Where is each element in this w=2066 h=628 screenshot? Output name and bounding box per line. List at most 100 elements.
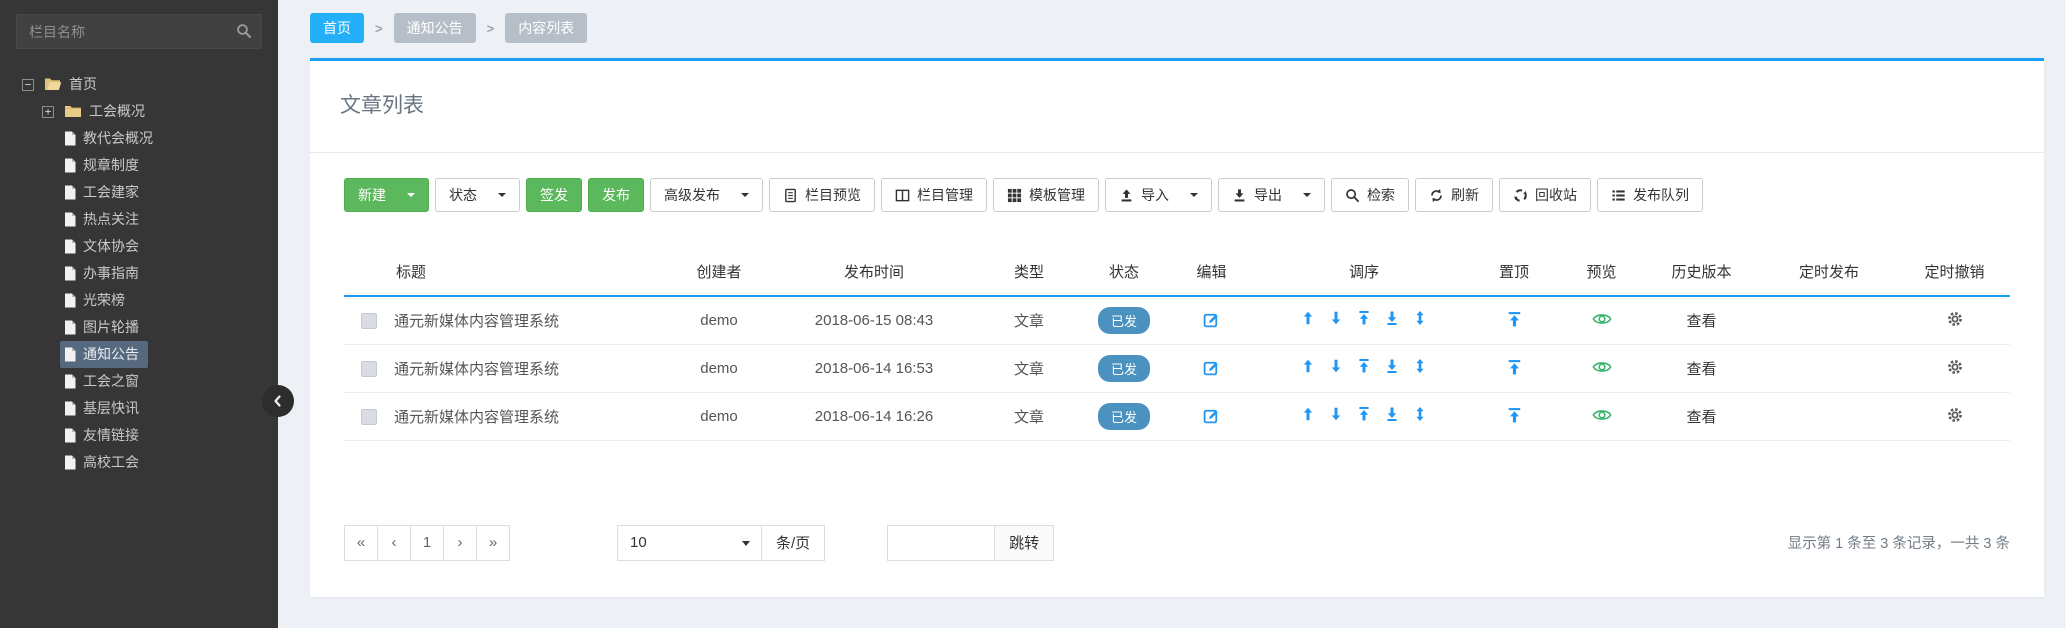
tree-item[interactable]: 办事指南 bbox=[0, 260, 278, 287]
move-up-icon[interactable] bbox=[1300, 358, 1316, 374]
download-icon bbox=[1232, 188, 1247, 203]
status-dropdown[interactable]: 状态 bbox=[435, 178, 520, 212]
pin-top-icon[interactable] bbox=[1506, 359, 1523, 376]
history-view-link[interactable]: 查看 bbox=[1686, 313, 1716, 330]
breadcrumb-content-list[interactable]: 内容列表 bbox=[505, 13, 587, 43]
tree-label: 规章制度 bbox=[83, 155, 139, 175]
grid-icon bbox=[1007, 188, 1022, 203]
scheduled-cancel-gear-icon[interactable] bbox=[1947, 359, 1963, 375]
jump-button[interactable]: 跳转 bbox=[995, 525, 1054, 561]
preview-eye-icon[interactable] bbox=[1592, 359, 1612, 375]
refresh-button[interactable]: 刷新 bbox=[1415, 178, 1493, 212]
export-dropdown[interactable]: 导出 bbox=[1218, 178, 1325, 212]
search-icon[interactable] bbox=[236, 23, 252, 39]
tree-item[interactable]: 文体协会 bbox=[0, 233, 278, 260]
move-up-icon[interactable] bbox=[1300, 310, 1316, 326]
move-down-icon[interactable] bbox=[1328, 358, 1344, 374]
jump-page-input[interactable] bbox=[887, 525, 995, 561]
preview-eye-icon[interactable] bbox=[1592, 407, 1612, 423]
template-manage-button[interactable]: 模板管理 bbox=[993, 178, 1099, 212]
row-publish-time: 2018-06-14 16:26 bbox=[774, 392, 974, 440]
edit-icon[interactable] bbox=[1203, 359, 1220, 376]
tree-item-selected[interactable]: 通知公告 bbox=[0, 341, 278, 368]
file-icon bbox=[64, 131, 76, 146]
move-to-top-icon[interactable] bbox=[1356, 310, 1372, 326]
breadcrumb-notice[interactable]: 通知公告 bbox=[394, 13, 476, 43]
column-preview-button[interactable]: 栏目预览 bbox=[769, 178, 875, 212]
tree-item[interactable]: 热点关注 bbox=[0, 206, 278, 233]
button-label: 检索 bbox=[1367, 185, 1395, 205]
pin-top-icon[interactable] bbox=[1506, 311, 1523, 328]
tree-item[interactable]: 教代会概况 bbox=[0, 125, 278, 152]
tree-item[interactable]: 友情链接 bbox=[0, 422, 278, 449]
move-down-icon[interactable] bbox=[1328, 406, 1344, 422]
row-type: 文章 bbox=[974, 296, 1084, 344]
row-checkbox[interactable] bbox=[361, 313, 377, 329]
table-footer: « ‹ 1 › » 10 条/页 跳转 显示第 1 条至 3 条记录，一共 3 … bbox=[344, 525, 2010, 561]
row-checkbox[interactable] bbox=[361, 361, 377, 377]
history-view-link[interactable]: 查看 bbox=[1686, 361, 1716, 378]
tree-item[interactable]: 高校工会 bbox=[0, 449, 278, 476]
current-page-button[interactable]: 1 bbox=[410, 525, 444, 561]
breadcrumb-home[interactable]: 首页 bbox=[310, 13, 364, 43]
caret-down-icon bbox=[498, 193, 506, 197]
edit-icon[interactable] bbox=[1203, 407, 1220, 424]
collapse-icon[interactable]: − bbox=[22, 79, 34, 91]
tree-item[interactable]: 光荣榜 bbox=[0, 287, 278, 314]
move-to-top-icon[interactable] bbox=[1356, 358, 1372, 374]
records-summary: 显示第 1 条至 3 条记录，一共 3 条 bbox=[1054, 532, 2010, 553]
publish-queue-button[interactable]: 发布队列 bbox=[1597, 178, 1703, 212]
edit-icon[interactable] bbox=[1203, 311, 1220, 328]
button-label: 刷新 bbox=[1451, 185, 1479, 205]
move-updown-icon[interactable] bbox=[1412, 358, 1428, 374]
move-to-bottom-icon[interactable] bbox=[1384, 310, 1400, 326]
scheduled-cancel-gear-icon[interactable] bbox=[1947, 407, 1963, 423]
search-button[interactable]: 检索 bbox=[1331, 178, 1409, 212]
tree-item[interactable]: 规章制度 bbox=[0, 152, 278, 179]
tree-item-home[interactable]: − 首页 bbox=[0, 71, 278, 98]
expand-icon[interactable]: + bbox=[42, 106, 54, 118]
scheduled-cancel-gear-icon[interactable] bbox=[1947, 311, 1963, 327]
page-size-select[interactable]: 10 bbox=[617, 525, 762, 561]
advanced-publish-dropdown[interactable]: 高级发布 bbox=[650, 178, 763, 212]
tree-item[interactable]: 工会建家 bbox=[0, 179, 278, 206]
tree-item[interactable]: 基层快讯 bbox=[0, 395, 278, 422]
sidebar-collapse-toggle[interactable] bbox=[262, 385, 294, 417]
pin-top-icon[interactable] bbox=[1506, 407, 1523, 424]
tree-label: 工会建家 bbox=[83, 182, 139, 202]
row-checkbox[interactable] bbox=[361, 409, 377, 425]
row-title: 通元新媒体内容管理系统 bbox=[394, 296, 664, 344]
prev-page-button[interactable]: ‹ bbox=[377, 525, 411, 561]
file-icon bbox=[64, 158, 76, 173]
folder-icon bbox=[64, 104, 82, 118]
last-page-button[interactable]: » bbox=[476, 525, 510, 561]
next-page-button[interactable]: › bbox=[443, 525, 477, 561]
column-search-input[interactable] bbox=[16, 14, 262, 49]
move-to-bottom-icon[interactable] bbox=[1384, 358, 1400, 374]
publish-button[interactable]: 发布 bbox=[588, 178, 644, 212]
history-view-link[interactable]: 查看 bbox=[1686, 409, 1716, 426]
move-down-icon[interactable] bbox=[1328, 310, 1344, 326]
recycle-bin-button[interactable]: 回收站 bbox=[1499, 178, 1591, 212]
page-size-unit-label: 条/页 bbox=[762, 525, 825, 561]
move-to-top-icon[interactable] bbox=[1356, 406, 1372, 422]
file-icon bbox=[64, 320, 76, 335]
new-button[interactable]: 新建 bbox=[344, 178, 429, 212]
column-manage-button[interactable]: 栏目管理 bbox=[881, 178, 987, 212]
tree-item[interactable]: + 工会概况 bbox=[0, 98, 278, 125]
tree-item[interactable]: 工会之窗 bbox=[0, 368, 278, 395]
first-page-button[interactable]: « bbox=[344, 525, 378, 561]
scheduled-publish-cell bbox=[1759, 344, 1899, 392]
sign-button[interactable]: 签发 bbox=[526, 178, 582, 212]
move-updown-icon[interactable] bbox=[1412, 406, 1428, 422]
button-label: 栏目管理 bbox=[917, 185, 973, 205]
preview-eye-icon[interactable] bbox=[1592, 311, 1612, 327]
caret-down-icon bbox=[407, 193, 415, 197]
import-dropdown[interactable]: 导入 bbox=[1105, 178, 1212, 212]
status-badge: 已发 bbox=[1098, 355, 1150, 382]
move-updown-icon[interactable] bbox=[1412, 310, 1428, 326]
move-to-bottom-icon[interactable] bbox=[1384, 406, 1400, 422]
tree-label: 热点关注 bbox=[83, 209, 139, 229]
tree-item[interactable]: 图片轮播 bbox=[0, 314, 278, 341]
move-up-icon[interactable] bbox=[1300, 406, 1316, 422]
